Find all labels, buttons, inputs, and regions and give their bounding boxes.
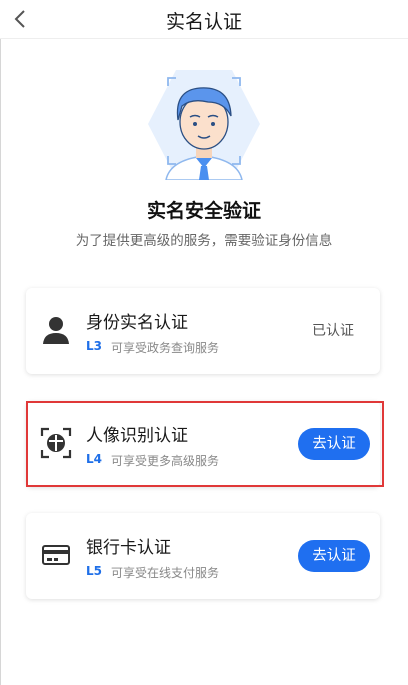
- card-name: 银行卡认证: [86, 538, 171, 558]
- avatar-illustration-icon: [148, 70, 260, 180]
- card-name: 身份实名认证: [86, 313, 188, 333]
- card-bank-verification[interactable]: 银行卡认证 L5 可享受在线支付服务 去认证: [26, 513, 380, 599]
- bank-card-icon: [42, 545, 70, 565]
- page-title: 实名认证: [165, 11, 242, 33]
- hero-title: 实名安全验证: [146, 200, 261, 222]
- card-desc: 可享受在线支付服务: [111, 566, 220, 580]
- person-icon: [43, 317, 69, 344]
- highlight-box: [26, 401, 384, 487]
- left-edge: [0, 0, 1, 685]
- header: 实名认证: [0, 0, 408, 39]
- card-level: L5: [86, 564, 102, 578]
- hero-subtitle: 为了提供更高级的服务，需要验证身份信息: [75, 233, 333, 249]
- card-id-verification[interactable]: 身份实名认证 L3 可享受政务查询服务 已认证: [26, 288, 380, 374]
- card-level: L3: [86, 339, 102, 353]
- bank-verify-button[interactable]: 去认证: [298, 540, 370, 572]
- card-desc: 可享受政务查询服务: [111, 341, 220, 355]
- verified-status: 已认证: [312, 323, 354, 339]
